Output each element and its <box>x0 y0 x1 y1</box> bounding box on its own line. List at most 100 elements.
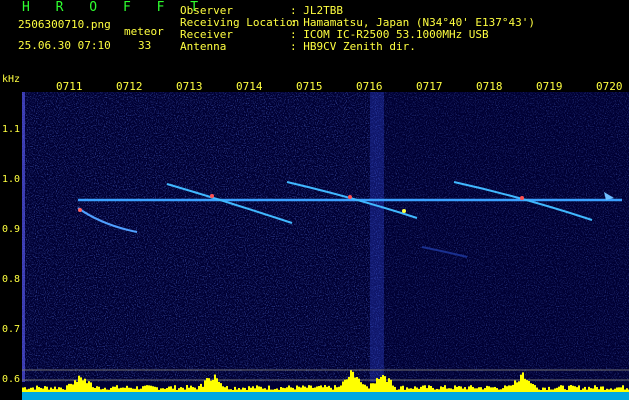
freq-tick: 0.9 <box>2 224 21 235</box>
histogram-bar <box>400 386 402 392</box>
histogram-bar <box>626 388 628 392</box>
meteor-head <box>520 196 524 200</box>
histogram-bar <box>532 384 534 392</box>
histogram-bar <box>198 386 200 392</box>
histogram-bar <box>142 386 144 392</box>
histogram-bar <box>130 387 132 392</box>
histogram-bar <box>244 387 246 392</box>
histogram-bar <box>158 389 160 392</box>
histogram-bar <box>228 389 230 392</box>
histogram-bar <box>90 382 92 392</box>
histogram-bar <box>556 387 558 392</box>
histogram-bar <box>408 388 410 392</box>
histogram-bar <box>214 374 216 392</box>
histogram-bar <box>538 389 540 392</box>
histogram-bar <box>284 388 286 392</box>
histogram-bar <box>440 386 442 392</box>
histogram-bar <box>264 388 266 392</box>
histogram-bar <box>436 388 438 392</box>
histogram-bar <box>170 386 172 392</box>
histogram-bar <box>54 386 56 392</box>
histogram-bar <box>60 387 62 392</box>
histogram-bar <box>384 376 386 392</box>
histogram-bar <box>348 376 350 392</box>
histogram-bar <box>100 389 102 392</box>
histogram-bar <box>312 387 314 392</box>
histogram-bar <box>44 386 46 392</box>
histogram-bar <box>566 389 568 392</box>
histogram-bar <box>74 380 76 392</box>
info-value-antenna: : HB9CV Zenith dir. <box>290 40 416 53</box>
histogram-bar <box>580 389 582 392</box>
histogram-bar <box>200 383 202 392</box>
histogram-bar <box>216 378 218 392</box>
histogram-bar <box>48 389 50 392</box>
histogram-bar <box>30 387 32 392</box>
histogram-bar <box>386 381 388 392</box>
histogram-bar <box>620 387 622 392</box>
histogram-bar <box>370 383 372 392</box>
info-label-antenna: Antenna <box>180 40 227 53</box>
histogram-bar <box>588 386 590 392</box>
histogram-bar <box>182 387 184 392</box>
histogram-bar <box>40 387 42 392</box>
histogram-bar <box>26 389 28 392</box>
histogram-bar <box>546 389 548 392</box>
histogram-bar <box>310 385 312 392</box>
histogram-bar <box>132 388 134 392</box>
histogram-bar <box>192 387 194 392</box>
histogram-bar <box>46 386 48 392</box>
histogram-bar <box>486 385 488 392</box>
histogram-bar <box>392 385 394 392</box>
histogram-bar <box>454 385 456 392</box>
histogram-bar <box>574 386 576 392</box>
spectrogram-canvas <box>22 92 629 400</box>
histogram-bar <box>156 387 158 392</box>
histogram-bar <box>112 386 114 392</box>
histogram-bar <box>222 386 224 392</box>
histogram-bar <box>390 379 392 392</box>
histogram-bar <box>396 389 398 392</box>
histogram-bar <box>270 389 272 392</box>
histogram-bar <box>248 386 250 392</box>
histogram-bar <box>64 389 66 392</box>
histogram-bar <box>282 387 284 392</box>
histogram-bar <box>442 387 444 392</box>
histogram-bar <box>478 387 480 392</box>
histogram-bar <box>162 388 164 392</box>
histogram-bar <box>172 388 174 392</box>
histogram-bar <box>526 380 528 392</box>
histogram-bar <box>126 385 128 392</box>
histogram-bar <box>518 381 520 392</box>
histogram-bar <box>86 383 88 392</box>
histogram-bar <box>206 378 208 392</box>
histogram-bar <box>488 386 490 392</box>
mode-label: meteor <box>124 25 164 38</box>
meteor-head <box>348 195 352 199</box>
histogram-bar <box>586 389 588 392</box>
histogram-bar <box>274 389 276 392</box>
freq-tick: 1.1 <box>2 124 21 135</box>
freq-tick: 0.7 <box>2 324 21 335</box>
histogram-bar <box>596 387 598 392</box>
histogram-bar <box>598 389 600 392</box>
histogram-bar <box>168 386 170 392</box>
histogram-bar <box>460 386 462 392</box>
histogram-bar <box>154 386 156 392</box>
histogram-bar <box>242 387 244 392</box>
histogram-bar <box>510 385 512 392</box>
histogram-bar <box>616 387 618 392</box>
histogram-bar <box>358 378 360 392</box>
histogram-bar <box>276 388 278 392</box>
histogram-bar <box>524 378 526 392</box>
histogram-bar <box>430 385 432 392</box>
histogram-bar <box>136 386 138 392</box>
histogram-bar <box>50 387 52 392</box>
histogram-bar <box>424 385 426 392</box>
histogram-bar <box>614 388 616 392</box>
histogram-bar <box>482 389 484 392</box>
histogram-bar <box>352 371 354 392</box>
histogram-bar <box>516 382 518 392</box>
tick-strip-left <box>22 92 25 382</box>
histogram-bar <box>458 386 460 392</box>
